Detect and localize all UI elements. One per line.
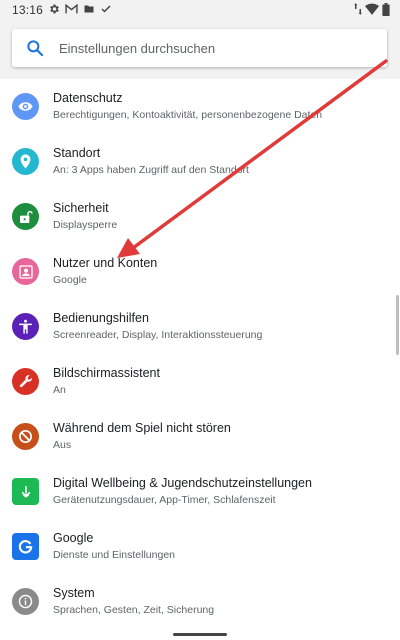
settings-item-spiel-nicht-stoeren[interactable]: Während dem Spiel nicht stören Aus bbox=[0, 409, 400, 464]
settings-item-title: Digital Wellbeing & Jugendschutzeinstell… bbox=[53, 476, 312, 490]
settings-item-subtitle: An: 3 Apps haben Zugriff auf den Standor… bbox=[53, 164, 249, 176]
wifi-icon bbox=[365, 3, 379, 16]
system-icons bbox=[354, 3, 390, 16]
settings-list: Datenschutz Berechtigungen, Kontoaktivit… bbox=[0, 79, 400, 640]
settings-item-standort[interactable]: Standort An: 3 Apps haben Zugriff auf de… bbox=[0, 134, 400, 189]
settings-item-title: Bedienungshilfen bbox=[53, 311, 149, 325]
settings-item-digital-wellbeing[interactable]: Digital Wellbeing & Jugendschutzeinstell… bbox=[0, 464, 400, 519]
folder-icon bbox=[83, 3, 95, 15]
settings-item-subtitle: Gerätenutzungsdauer, App-Timer, Schlafen… bbox=[53, 494, 276, 506]
settings-item-subtitle: An bbox=[53, 384, 66, 396]
settings-item-title: Sicherheit bbox=[53, 201, 109, 215]
settings-item-google[interactable]: Google Dienste und Einstellungen bbox=[0, 519, 400, 574]
search-bar[interactable] bbox=[12, 29, 387, 67]
settings-item-bedienungshilfen[interactable]: Bedienungshilfen Screenreader, Display, … bbox=[0, 299, 400, 354]
data-arrows-icon bbox=[354, 3, 362, 16]
account-box-icon bbox=[12, 258, 39, 285]
search-icon[interactable] bbox=[25, 38, 45, 63]
settings-item-system[interactable]: System Sprachen, Gesten, Zeit, Sicherung bbox=[0, 574, 400, 629]
battery-icon bbox=[382, 3, 390, 16]
privacy-eye-icon bbox=[12, 93, 39, 120]
location-pin-icon bbox=[12, 148, 39, 175]
gesture-nav-handle[interactable] bbox=[173, 633, 227, 636]
settings-item-title: Nutzer und Konten bbox=[53, 256, 158, 270]
info-icon bbox=[12, 588, 39, 615]
accessibility-icon bbox=[12, 313, 39, 340]
lock-icon bbox=[12, 203, 39, 230]
wrench-icon bbox=[12, 368, 39, 395]
scrollbar-thumb[interactable] bbox=[396, 295, 399, 355]
settings-item-title: System bbox=[53, 586, 95, 600]
settings-item-sicherheit[interactable]: Sicherheit Displaysperre bbox=[0, 189, 400, 244]
google-g-icon bbox=[12, 533, 39, 560]
settings-item-title: Google bbox=[53, 531, 94, 545]
settings-item-bildschirmassistent[interactable]: Bildschirmassistent An bbox=[0, 354, 400, 409]
settings-item-subtitle: Sprachen, Gesten, Zeit, Sicherung bbox=[53, 604, 215, 616]
gear-icon bbox=[48, 3, 60, 15]
wellbeing-icon bbox=[12, 478, 39, 505]
settings-item-subtitle: Berechtigungen, Kontoaktivität, personen… bbox=[53, 109, 323, 121]
settings-item-subtitle: Displaysperre bbox=[53, 219, 118, 231]
settings-item-subtitle: Screenreader, Display, Interaktionssteue… bbox=[53, 329, 263, 341]
settings-item-subtitle: Google bbox=[53, 274, 87, 286]
settings-item-datenschutz[interactable]: Datenschutz Berechtigungen, Kontoaktivit… bbox=[0, 79, 400, 134]
settings-item-title: Während dem Spiel nicht stören bbox=[53, 421, 231, 435]
search-input[interactable] bbox=[58, 29, 374, 67]
settings-item-title: Datenschutz bbox=[53, 91, 123, 105]
gmail-icon bbox=[65, 3, 78, 15]
do-not-disturb-icon bbox=[12, 423, 39, 450]
settings-item-nutzer-und-konten[interactable]: Nutzer und Konten Google bbox=[0, 244, 400, 299]
settings-item-title: Standort bbox=[53, 146, 101, 160]
settings-item-subtitle: Aus bbox=[53, 439, 72, 451]
status-bar: 13:16 bbox=[0, 0, 400, 20]
status-time: 13:16 bbox=[12, 3, 44, 17]
check-icon bbox=[100, 3, 112, 15]
settings-item-title: Bildschirmassistent bbox=[53, 366, 160, 380]
settings-item-subtitle: Dienste und Einstellungen bbox=[53, 549, 176, 561]
notification-icons bbox=[48, 3, 112, 15]
